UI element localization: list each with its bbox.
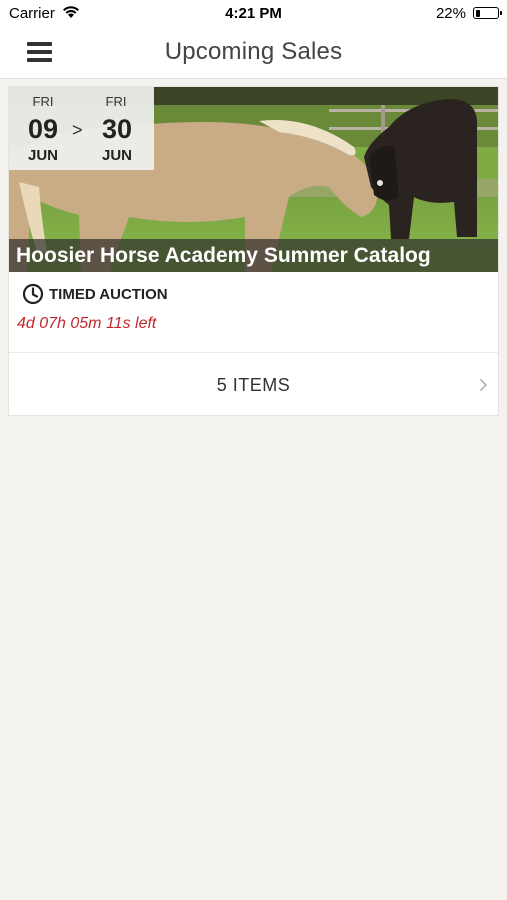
end-date: 30 [101,114,133,144]
items-button[interactable]: 5 ITEMS [9,353,498,415]
chevron-right-icon [479,378,488,397]
sale-title-banner: Hoosier Horse Academy Summer Catalog [9,239,498,272]
page-title: Upcoming Sales [164,38,343,65]
nav-bar: Upcoming Sales [0,28,507,79]
start-date: 09 [27,114,59,144]
battery-icon [473,7,502,19]
end-day: FRI [105,94,127,109]
battery-percent: 22% [435,5,466,22]
status-bar: Carrier 4:21 PM 22% [0,0,507,28]
items-count-label: 5 ITEMS [216,375,291,395]
start-day: FRI [32,94,54,109]
date-range-arrow: > [72,120,83,140]
sale-date-range: FRI 09 JUN > FRI 30 JUN [9,87,154,170]
status-time: 4:21 PM [225,5,282,22]
sale-image[interactable]: FRI 09 JUN > FRI 30 JUN Hoosier Horse Ac… [9,87,498,272]
start-month: JUN [27,147,58,164]
clock-icon [22,283,44,309]
auction-type-label: TIMED AUCTION [49,286,168,303]
sale-card[interactable]: FRI 09 JUN > FRI 30 JUN Hoosier Horse Ac… [8,86,499,416]
countdown-timer: 4d 07h 05m 11s left [17,315,157,332]
sale-title[interactable]: Hoosier Horse Academy Summer Catalog [16,244,431,268]
end-month: JUN [101,147,132,164]
